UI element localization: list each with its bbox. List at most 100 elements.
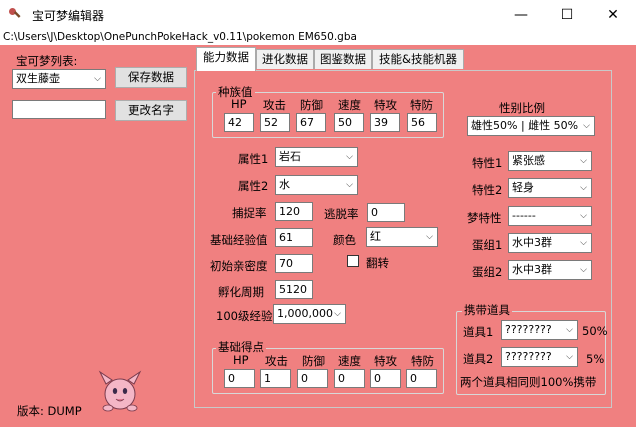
item1-value: ???????? [505,323,552,336]
close-button[interactable]: ✕ [590,0,636,30]
ev-yield-header: HP [233,353,249,367]
base-exp-input[interactable]: 61 [275,228,313,247]
base-stat-speed-input[interactable]: 50 [334,113,364,132]
egg-group2-label: 蛋组2 [472,265,503,279]
ability2-value: 轻身 [512,181,534,194]
ability2-label: 特性2 [472,183,503,197]
ability1-select[interactable]: 紧张感 ⌵ [508,151,592,171]
egg-group1-value: 水中3群 [512,236,552,249]
hidden-ability-select[interactable]: ------ ⌵ [508,206,592,226]
level100-exp-value: 1,000,000 [277,307,333,320]
ev-spatk-input[interactable]: 0 [370,369,401,388]
flip-label: 翻转 [366,256,389,270]
base-stat-header: 防御 [300,98,323,112]
type1-value: 岩石 [279,150,301,163]
chevron-down-icon: ⌵ [426,232,433,242]
type2-value: 水 [279,178,290,191]
flip-checkbox[interactable] [347,255,359,267]
flee-rate-input[interactable]: 0 [367,203,405,222]
save-data-button[interactable]: 保存数据 [115,67,187,88]
tab-pokedex-data[interactable]: 图鉴数据 [314,49,372,69]
base-stat-header: 特防 [410,98,433,112]
ev-defense-input[interactable]: 0 [297,369,328,388]
ability1-value: 紧张感 [512,154,545,167]
ev-yield-header: 攻击 [265,354,288,368]
item1-select[interactable]: ???????? ⌵ [501,320,578,340]
base-stat-attack-input[interactable]: 52 [260,113,290,132]
hatch-cycles-input[interactable]: 5120 [275,280,313,299]
base-exp-label: 基础经验值 [210,233,268,247]
base-stat-hp-input[interactable]: 42 [224,113,254,132]
title-bar: 宝可梦编辑器 — ☐ ✕ [0,0,636,30]
file-path: C:\Users\J\Desktop\OnePunchPokeHack_v0.1… [3,31,357,43]
app-icon [9,8,21,18]
tab-evolution-data[interactable]: 进化数据 [256,49,314,69]
chevron-down-icon: ⌵ [566,325,573,335]
catch-rate-label: 捕捉率 [232,206,267,220]
chevron-down-icon: ⌵ [580,211,587,221]
catch-rate-input[interactable]: 120 [275,202,313,221]
chevron-down-icon: ⌵ [580,265,587,275]
type2-select[interactable]: 水 ⌵ [275,175,358,195]
item2-value: ???????? [505,350,552,363]
rename-input[interactable] [12,100,106,119]
base-stat-header: 速度 [338,98,361,112]
chevron-down-icon: ⌵ [334,309,341,319]
hidden-ability-label: 梦特性 [467,211,502,225]
type1-label: 属性1 [238,152,269,166]
chevron-down-icon: ⌵ [94,74,101,84]
ev-spdef-input[interactable]: 0 [406,369,437,388]
chevron-down-icon: ⌵ [580,183,587,193]
chevron-down-icon: ⌵ [580,156,587,166]
chevron-down-icon: ⌵ [346,180,353,190]
color-label: 颜色 [333,233,356,247]
base-stat-header: 攻击 [263,98,286,112]
base-stat-defense-input[interactable]: 67 [296,113,326,132]
color-value: 红 [370,230,381,243]
egg-group1-select[interactable]: 水中3群 ⌵ [508,233,592,253]
type1-select[interactable]: 岩石 ⌵ [275,147,358,167]
level100-exp-label: 100级经验 [216,309,273,323]
base-friendship-label: 初始亲密度 [210,259,268,273]
type2-label: 属性2 [238,179,269,193]
rename-button[interactable]: 更改名字 [115,100,187,121]
gender-ratio-select[interactable]: 雄性50% | 雌性 50% ⌵ [467,116,595,136]
level100-exp-select[interactable]: 1,000,000 ⌵ [273,304,346,324]
gender-ratio-label: 性别比例 [499,101,545,115]
item1-label: 道具1 [463,325,494,339]
base-stat-header: HP [231,97,247,111]
egg-group2-value: 水中3群 [512,263,552,276]
ev-yield-header: 特防 [411,354,434,368]
maximize-button[interactable]: ☐ [544,0,590,30]
item2-select[interactable]: ???????? ⌵ [501,347,578,367]
base-stat-spdef-input[interactable]: 56 [407,113,437,132]
tab-ability-data[interactable]: 能力数据 [196,47,256,71]
chevron-down-icon: ⌵ [580,238,587,248]
ev-yield-header: 特攻 [374,354,397,368]
egg-group2-select[interactable]: 水中3群 ⌵ [508,260,592,280]
minimize-button[interactable]: — [498,0,544,30]
chevron-down-icon: ⌵ [583,121,590,131]
ev-hp-input[interactable]: 0 [224,369,255,388]
ev-speed-input[interactable]: 0 [334,369,365,388]
color-select[interactable]: 红 ⌵ [366,227,438,247]
base-stat-header: 特攻 [374,98,397,112]
tab-moves-tms[interactable]: 技能&技能机器 [372,49,464,69]
pokemon-select[interactable]: 双生藤壶 ⌵ [12,69,106,89]
chevron-down-icon: ⌵ [346,152,353,162]
item2-percent: 5% [586,352,605,366]
ability1-label: 特性1 [472,156,503,170]
gender-ratio-value: 雄性50% | 雌性 50% [471,119,579,132]
held-items-note: 两个道具相同则100%携带 [460,375,597,389]
ev-yield-header: 防御 [302,354,325,368]
version-label: 版本: DUMP [17,404,82,418]
ev-attack-input[interactable]: 1 [260,369,291,388]
item2-label: 道具2 [463,352,494,366]
flee-rate-label: 逃脱率 [324,207,359,221]
window-title: 宝可梦编辑器 [32,9,105,23]
base-friendship-input[interactable]: 70 [275,254,313,273]
pokemon-list-label: 宝可梦列表: [16,54,78,68]
base-stat-spatk-input[interactable]: 39 [370,113,400,132]
chevron-down-icon: ⌵ [566,352,573,362]
ability2-select[interactable]: 轻身 ⌵ [508,178,592,198]
